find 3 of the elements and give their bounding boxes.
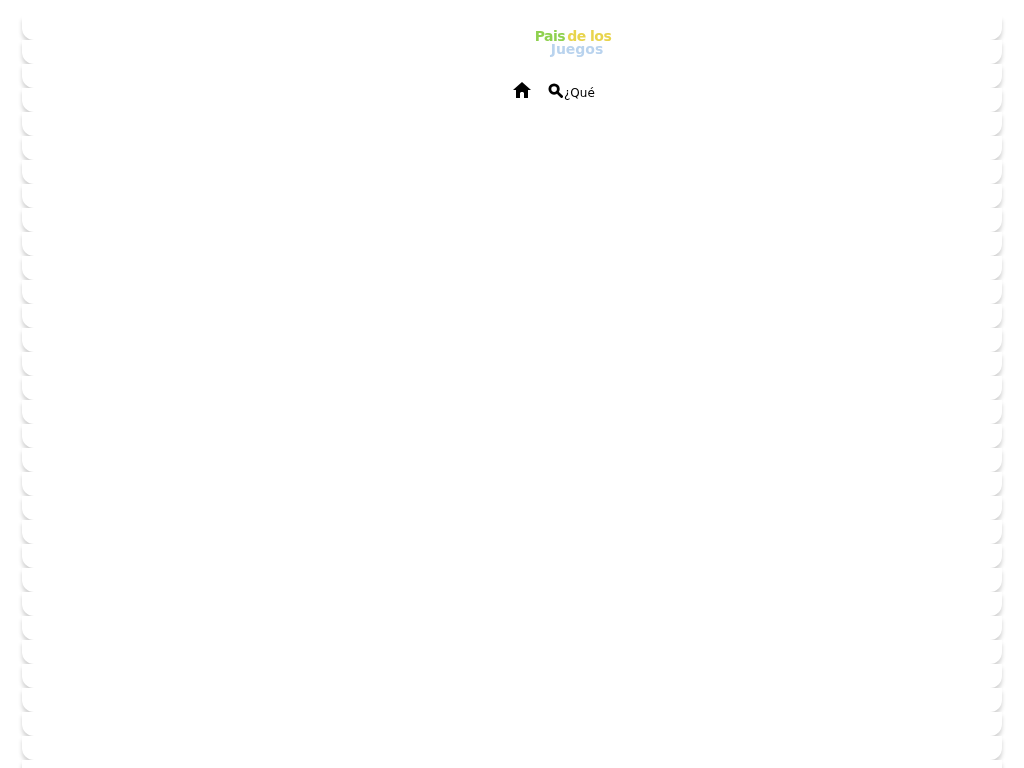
search-icon[interactable] xyxy=(548,82,563,98)
search-label[interactable]: ¿Qué xyxy=(564,80,595,100)
home-icon[interactable] xyxy=(512,81,532,99)
